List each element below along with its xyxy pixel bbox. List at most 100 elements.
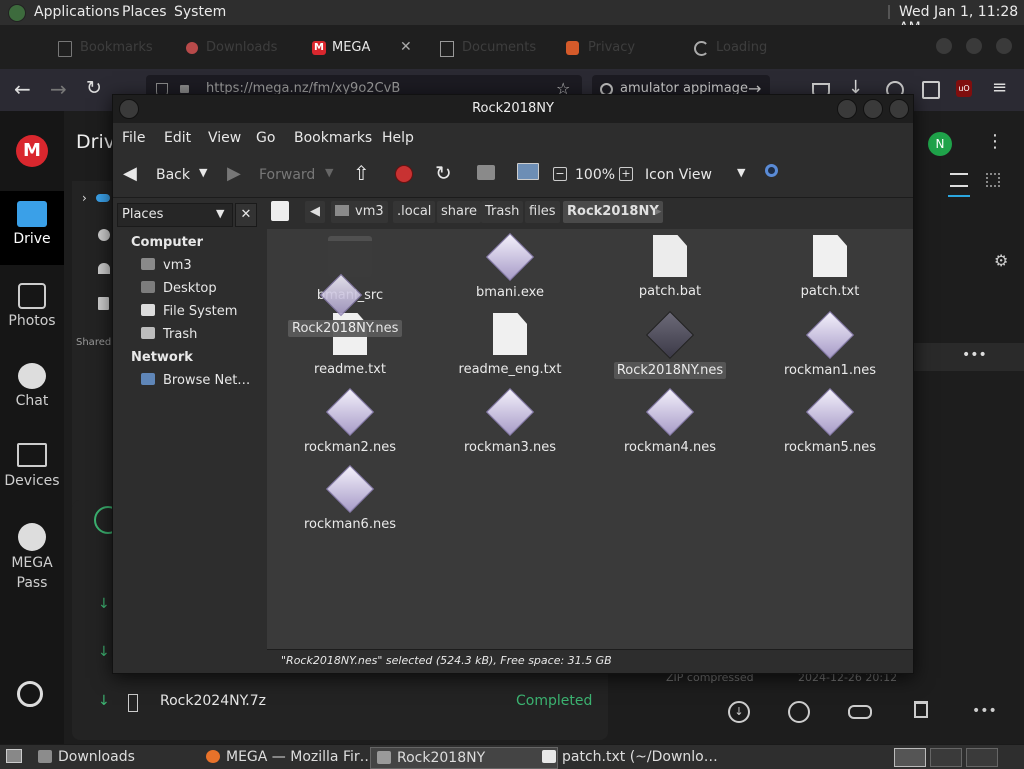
menu-go[interactable]: Go (256, 130, 275, 146)
file-item[interactable]: rockman1.nes (755, 310, 905, 379)
path-scroll-left-icon[interactable]: ◀ (305, 201, 325, 223)
tab-bookmarks[interactable]: Bookmarks (58, 33, 153, 63)
sidebar-item-vm3[interactable]: vm3 (141, 258, 192, 273)
mega-nav-pass[interactable]: MEGA Pass (0, 523, 64, 593)
file-item[interactable]: rockman3.nes (435, 387, 585, 456)
path-crumb-files[interactable]: files (525, 201, 560, 223)
file-item[interactable]: rockman5.nes (755, 387, 905, 456)
mega-settings-gear-icon[interactable]: ⚙ (994, 251, 1008, 270)
window-close-icon[interactable] (996, 38, 1012, 54)
path-crumb-rock2018ny[interactable]: Rock2018NY (563, 201, 663, 223)
sidebar-item-trash[interactable]: Trash (141, 327, 197, 342)
file-item[interactable]: patch.txt (755, 235, 905, 300)
window-maximize-icon[interactable] (966, 38, 982, 54)
path-crumb-trash[interactable]: Trash (481, 201, 524, 223)
forward-icon[interactable]: ▶ (227, 163, 241, 184)
window-maximize-icon[interactable] (863, 99, 883, 119)
zoom-level[interactable]: 100% (575, 167, 615, 183)
forward-arrow-icon[interactable]: → (50, 77, 67, 101)
path-scroll-right-icon[interactable]: ▸ (651, 201, 666, 223)
workspace-switcher-icon[interactable] (930, 748, 962, 767)
mega-more-actions-icon[interactable]: ••• (972, 703, 997, 719)
up-arrow-icon[interactable]: ⇧ (353, 161, 370, 185)
path-crumb-local[interactable]: .local (393, 201, 436, 223)
edit-location-icon[interactable] (271, 201, 289, 221)
zoom-in-icon[interactable]: + (619, 167, 633, 181)
mega-nav-photos[interactable]: Photos (0, 283, 64, 329)
sidebar-item-file-system[interactable]: File System (141, 304, 237, 319)
taskbar-item-downloads[interactable]: Downloads (32, 747, 218, 767)
system-menu[interactable]: System (174, 4, 226, 20)
mega-logo-icon[interactable]: M (16, 135, 48, 167)
mega-expand-chevron-icon[interactable]: › (82, 191, 87, 205)
file-item[interactable]: rockman6.nes (275, 464, 425, 533)
back-icon[interactable]: ◀ (123, 163, 137, 184)
computer-icon[interactable] (517, 163, 539, 180)
forward-button[interactable]: Forward (259, 167, 315, 183)
search-magnifier-icon[interactable] (765, 164, 778, 177)
places-menu[interactable]: Places (122, 4, 167, 20)
menu-file[interactable]: File (122, 130, 145, 146)
show-desktop-icon[interactable] (6, 749, 22, 763)
applications-menu[interactable]: Applications (34, 4, 120, 20)
tab-privacy[interactable]: Privacy (566, 33, 635, 63)
ublock-icon[interactable]: uO (956, 80, 972, 97)
hamburger-menu-icon[interactable]: ≡ (992, 77, 1007, 98)
file-item[interactable]: rockman2.nes (275, 387, 425, 456)
mega-row-more-icon[interactable]: ••• (962, 347, 987, 363)
taskbar-item-firefox[interactable]: MEGA — Mozilla Fir… (200, 747, 390, 767)
file-item-selected[interactable]: Rock2018NY.nes (595, 310, 745, 379)
forward-history-dropdown-icon[interactable]: ▼ (325, 166, 333, 179)
mega-avatar[interactable]: N (928, 132, 952, 156)
mega-nav-drive[interactable]: Drive (0, 201, 64, 247)
close-tab-icon[interactable]: ✕ (400, 39, 412, 55)
tab-documents[interactable]: Documents (440, 33, 536, 63)
path-crumb-vm3[interactable]: vm3 (331, 201, 388, 223)
back-button[interactable]: Back (156, 167, 190, 183)
reload-icon[interactable]: ↻ (435, 161, 452, 185)
mega-sync-icon[interactable] (17, 681, 43, 707)
sidebar-item-desktop[interactable]: Desktop (141, 281, 217, 296)
tab-loading[interactable]: Loading (694, 33, 767, 63)
mega-nav-devices[interactable]: Devices (0, 443, 64, 489)
taskbar-item-patch-txt[interactable]: patch.txt (~/Downlo… (536, 747, 742, 767)
reload-icon[interactable]: ↻ (86, 77, 102, 99)
back-history-dropdown-icon[interactable]: ▼ (199, 166, 207, 179)
window-minimize-icon[interactable] (936, 38, 952, 54)
taskbar-item-rock2018ny[interactable]: Rock2018NY (370, 747, 558, 769)
stop-icon[interactable] (395, 165, 413, 183)
window-menu-icon[interactable] (119, 99, 139, 119)
window-close-icon[interactable] (889, 99, 909, 119)
file-item[interactable]: rockman4.nes (595, 387, 745, 456)
mega-recents-icon[interactable] (98, 229, 110, 241)
menu-view[interactable]: View (208, 130, 241, 146)
applications-menu-icon[interactable] (8, 4, 26, 22)
mega-favourites-icon[interactable] (98, 263, 110, 274)
file-item[interactable]: patch.bat (595, 235, 745, 300)
menu-edit[interactable]: Edit (164, 130, 191, 146)
mega-nav-chat[interactable]: Chat (0, 363, 64, 409)
mega-download-icon[interactable]: ↓ (728, 701, 750, 723)
zoom-out-icon[interactable]: − (553, 167, 567, 181)
menu-bookmarks[interactable]: Bookmarks (294, 130, 372, 146)
file-item[interactable]: readme_eng.txt (435, 313, 585, 378)
sidebar-item-browse-network[interactable]: Browse Net… (141, 373, 250, 388)
window-titlebar[interactable]: Rock2018NY (113, 95, 913, 123)
mega-share-link-icon[interactable] (788, 701, 810, 723)
window-minimize-icon[interactable] (837, 99, 857, 119)
path-crumb-share[interactable]: share (437, 201, 482, 223)
extensions-icon[interactable] (922, 81, 940, 99)
tab-mega[interactable]: M MEGA (312, 33, 370, 63)
back-arrow-icon[interactable]: ← (14, 77, 31, 101)
mega-grid-view-icon[interactable] (986, 173, 1000, 187)
workspace-switcher-icon[interactable] (894, 748, 926, 767)
view-mode-dropdown-icon[interactable]: ▼ (737, 166, 745, 179)
menu-help[interactable]: Help (382, 130, 414, 146)
home-folder-icon[interactable] (477, 165, 495, 180)
mega-list-view-icon[interactable] (950, 173, 968, 187)
mega-delete-icon[interactable] (914, 701, 928, 718)
workspace-switcher-icon[interactable] (966, 748, 998, 767)
mega-rubbish-icon[interactable] (98, 297, 109, 310)
mega-kebab-menu-icon[interactable]: ⋮ (986, 131, 1004, 152)
close-sidebar-icon[interactable]: ✕ (235, 203, 257, 227)
